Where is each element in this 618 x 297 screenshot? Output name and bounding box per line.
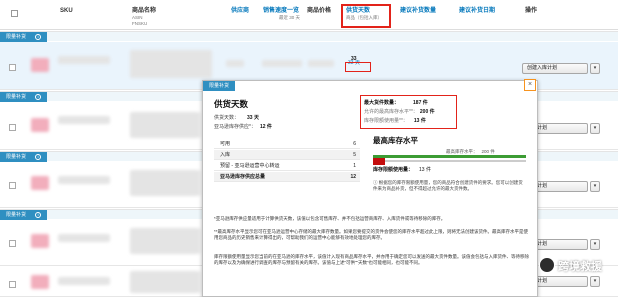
col-sales-velocity[interactable]: 销售速度一览 最近 30 天 <box>263 8 300 21</box>
table-header: SKU 商品名称 ASIN FNSKU 供应商 销售速度一览 最近 30 天 商… <box>0 0 618 30</box>
footnote-3: 库存限额使用量显示您当前的在亚马逊的库存水平，该值计入现有商品库存水平，并亦用于… <box>214 254 529 265</box>
product-name-blurred <box>130 170 200 196</box>
popup-tag: 限量补货 <box>203 81 236 91</box>
col-sku[interactable]: SKU <box>60 8 73 15</box>
product-image <box>31 118 49 132</box>
amazon-stock-line: 亚马逊库存供应*： 12 件 <box>214 124 272 130</box>
product-image <box>31 58 49 72</box>
col-actions: 操作 <box>525 8 538 14</box>
usage-bar <box>373 158 385 165</box>
stock-row-total: 亚马逊库存供应总量 12 <box>214 172 360 182</box>
watermark: 跨境救援 <box>558 261 602 273</box>
stock-row-inbound: 入库 5 <box>214 150 360 160</box>
chevron-down-icon[interactable]: ▾ <box>590 239 600 250</box>
row-checkbox[interactable] <box>9 281 16 288</box>
sku-blurred <box>58 277 110 285</box>
sku-blurred <box>58 234 110 242</box>
max-level-title: 最高库存水平 <box>373 136 418 145</box>
product-name-blurred <box>130 112 200 138</box>
col-restock-qty[interactable]: 建议补货数量 <box>400 8 436 15</box>
product-name-blurred <box>130 50 212 78</box>
create-inbound-plan-button[interactable]: 创建入库计划 <box>522 63 588 74</box>
col-product-price[interactable]: 商品价格 <box>307 8 331 15</box>
sales-blurred <box>262 60 302 67</box>
stock-row-available: 可用 6 <box>214 139 360 149</box>
watermark-logo-icon <box>539 257 555 273</box>
sku-blurred <box>58 116 110 124</box>
product-name-blurred <box>130 228 200 254</box>
col-restock-date[interactable]: 建议补货日期 <box>459 8 495 15</box>
group-tag: 限量补货 i <box>0 32 48 42</box>
group-band: 限量补货 i <box>0 31 618 42</box>
row-checkbox[interactable] <box>9 124 16 131</box>
sku-blurred <box>58 176 110 184</box>
info-icon[interactable]: i <box>35 93 42 100</box>
days-of-supply-highlight <box>341 4 391 28</box>
usage-line: 库存限额使用量**： 13 件 <box>364 118 426 124</box>
product-image <box>31 234 49 248</box>
max-level-bar <box>373 155 526 158</box>
col-supplier[interactable]: 供应商 <box>231 8 249 15</box>
supply-days-line: 供货天数： 33 天 <box>214 115 259 121</box>
chevron-down-icon[interactable]: ▾ <box>590 276 600 287</box>
usage-bar-label: 库存限额使用量： 13 件 <box>373 167 431 173</box>
info-icon[interactable]: i <box>35 211 42 218</box>
bar-track <box>385 160 526 162</box>
row-checkbox[interactable] <box>9 64 16 71</box>
eligibility-note: ⓘ 根据您的库存限额使用量，您的商品符合创建货件的要求。您可以创建货件来为商品补… <box>373 180 523 191</box>
max-shipment-line: 最大货件数量： 187 件 <box>364 100 428 106</box>
row-checkbox[interactable] <box>9 182 16 189</box>
col-product-name[interactable]: 商品名称 ASIN FNSKU <box>132 8 156 27</box>
chevron-down-icon[interactable]: ▾ <box>590 123 600 134</box>
sku-blurred <box>58 56 110 64</box>
chevron-down-icon[interactable]: ▾ <box>590 63 600 74</box>
select-all-checkbox[interactable] <box>11 10 18 17</box>
product-image <box>31 275 49 289</box>
product-name-blurred <box>130 271 200 293</box>
popup-title: 供货天数 <box>214 99 249 109</box>
supplier-blurred <box>226 60 244 67</box>
group-tag: 限量补货 i <box>0 152 48 162</box>
max-storage-line: 允许的最高库存水平**： 200 件 <box>364 109 435 115</box>
group-tag: 限量补货 i <box>0 210 48 220</box>
group-tag: 限量补货 i <box>0 92 48 102</box>
close-icon[interactable]: × <box>524 79 536 91</box>
info-icon[interactable]: i <box>35 153 42 160</box>
info-icon[interactable]: i <box>35 33 42 40</box>
price-blurred <box>308 60 334 67</box>
days-of-supply-cell-highlight <box>345 62 371 72</box>
row-checkbox[interactable] <box>9 240 16 247</box>
stock-row-reserved: 预留 - 亚马逊运营中心转运 1 <box>214 161 360 171</box>
footnote-2: **最高库存水平显示您可在亚马逊运营中心存储的最大库存数量。如果您要提交的货件会… <box>214 229 528 240</box>
footnote-1: *亚马逊库存供应量适用于计算供货天数，该值以包含可售库存、并不包括运营商库存、入… <box>214 216 446 221</box>
chevron-down-icon[interactable]: ▾ <box>590 181 600 192</box>
product-image <box>31 176 49 190</box>
